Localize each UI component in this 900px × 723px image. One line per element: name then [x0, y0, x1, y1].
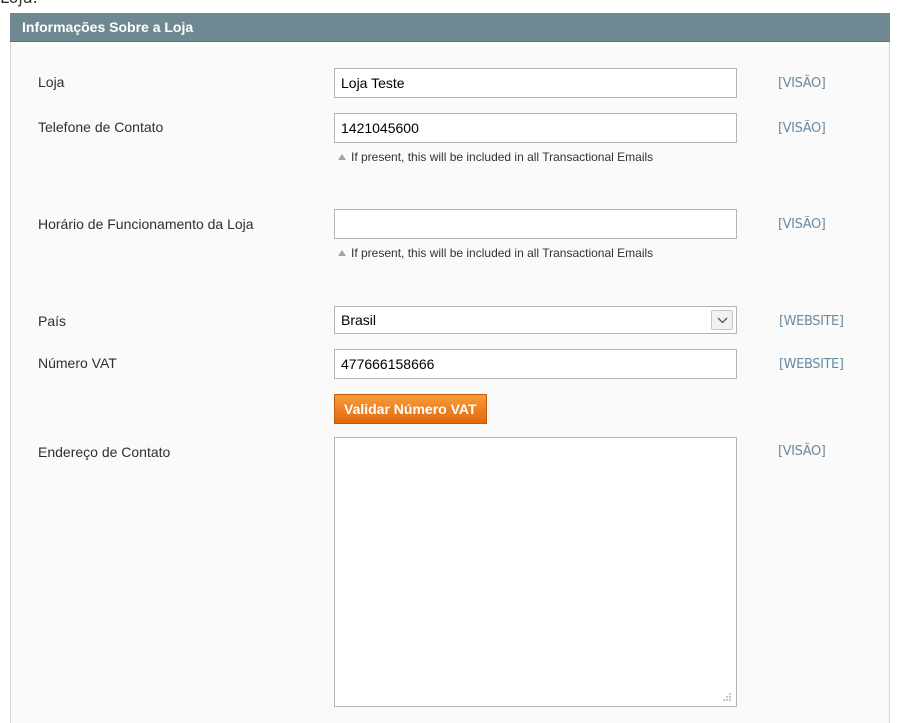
vat-scope: [WEBSITE]	[779, 357, 844, 372]
store-name-scope: [VISÃO]	[778, 76, 826, 91]
phone-label: Telefone de Contato	[38, 119, 164, 135]
triangle-up-icon	[338, 154, 346, 160]
country-select[interactable]: Brasil	[334, 306, 737, 334]
vat-label: Número VAT	[38, 355, 117, 371]
address-scope: [VISÃO]	[778, 444, 826, 459]
store-hours-note-text: If present, this will be included in all…	[351, 246, 654, 260]
store-name-label: Loja	[38, 74, 65, 90]
store-hours-input[interactable]	[334, 209, 737, 239]
triangle-up-icon	[338, 250, 346, 256]
address-label: Endereço de Contato	[38, 444, 171, 460]
validate-vat-button[interactable]: Validar Número VAT	[334, 394, 487, 424]
phone-note: If present, this will be included in all…	[338, 145, 718, 170]
phone-scope: [VISÃO]	[778, 121, 826, 136]
page-title-fragment: Loja.	[0, 0, 38, 12]
chevron-down-icon	[717, 317, 728, 324]
section-title: Informações Sobre a Loja	[22, 19, 194, 35]
store-hours-note: If present, this will be included in all…	[338, 241, 718, 266]
resize-grip-icon[interactable]	[722, 692, 732, 702]
phone-input[interactable]	[334, 113, 737, 143]
store-hours-scope: [VISÃO]	[778, 217, 826, 232]
phone-note-text: If present, this will be included in all…	[351, 150, 654, 164]
store-name-input[interactable]	[334, 68, 737, 98]
country-select-toggle[interactable]	[711, 310, 733, 330]
country-selected-value: Brasil	[341, 312, 377, 328]
store-hours-label: Horário de Funcionamento da Loja	[38, 216, 254, 232]
address-textarea[interactable]	[334, 437, 737, 707]
country-scope: [WEBSITE]	[779, 314, 844, 329]
country-label: País	[38, 313, 67, 329]
vat-input[interactable]	[334, 349, 737, 379]
section-header[interactable]: Informações Sobre a Loja	[10, 13, 890, 42]
